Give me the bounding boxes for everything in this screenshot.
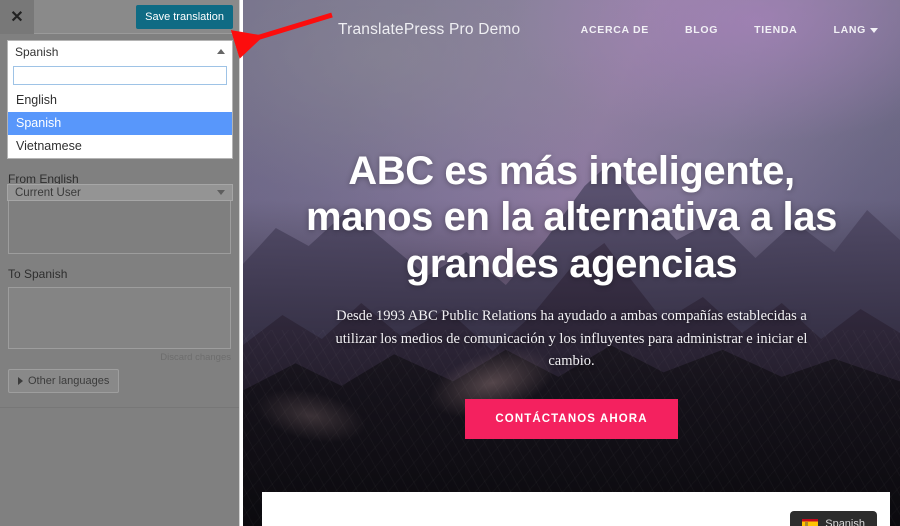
hero-content: ABC es más inteligente, manos en la alte… [243,148,900,439]
close-icon[interactable]: ✕ [0,0,34,34]
language-select: Spanish English Spanish Vietnamese [7,40,233,159]
chevron-up-icon [217,49,225,54]
editor-toolbar: ✕ Save translation [0,0,239,34]
floating-language-switcher[interactable]: Spanish [790,511,877,526]
chevron-down-icon [217,190,225,195]
hero-subtitle: Desde 1993 ABC Public Relations ha ayuda… [335,308,808,370]
site-brand[interactable]: TranslatePress Pro Demo [338,21,520,39]
language-search-input[interactable] [13,66,227,85]
nav-link-lang[interactable]: LANG [833,24,878,36]
website-preview: TranslatePress Pro Demo ACERCA DE BLOG T… [243,0,900,526]
nav-link-tienda[interactable]: TIENDA [754,24,797,36]
nav-link-blog[interactable]: BLOG [685,24,718,36]
nav-link-label: LANG [833,24,866,36]
editor-selectors: Spanish English Spanish Vietnamese Curre… [0,34,239,201]
language-select-toggle[interactable]: Spanish [7,40,233,62]
chevron-down-icon [870,27,878,33]
language-option-vietnamese[interactable]: Vietnamese [8,135,232,158]
spain-flag-icon [802,518,819,526]
hero-title: ABC es más inteligente, manos en la alte… [306,149,837,286]
target-text-textarea[interactable] [8,287,231,349]
language-select-value: Spanish [15,44,59,59]
contact-cta-button[interactable]: CONTÁCTANOS AHORA [465,398,678,439]
save-translation-button[interactable]: Save translation [136,4,233,29]
nav-link-acerca-de[interactable]: ACERCA DE [581,24,649,36]
discard-changes-link[interactable]: Discard changes [8,352,231,363]
content-panel: Spanish [262,492,890,526]
triangle-right-icon [18,377,23,386]
translation-editor-sidebar: ✕ Save translation Spanish English Spani… [0,0,240,526]
other-languages-label: Other languages [28,375,110,387]
user-select-value: Current User [15,186,81,199]
screenshot-root: TranslatePress Pro Demo ACERCA DE BLOG T… [0,0,900,526]
target-field-label: To Spanish [8,267,68,281]
source-text-textarea[interactable] [8,192,231,254]
language-option-spanish[interactable]: Spanish [8,112,232,135]
nav-link-label: ACERCA DE [580,24,650,36]
language-select-dropdown: English Spanish Vietnamese [7,62,233,159]
nav-link-label: TIENDA [754,24,798,36]
other-languages-button[interactable]: Other languages [8,369,120,393]
user-select[interactable]: Current User [7,184,233,201]
nav-links: ACERCA DE BLOG TIENDA LANG [581,24,878,36]
site-navbar: TranslatePress Pro Demo ACERCA DE BLOG T… [243,0,900,60]
nav-link-label: BLOG [685,24,719,36]
language-switcher-label: Spanish [825,518,865,526]
language-option-english[interactable]: English [8,89,232,112]
